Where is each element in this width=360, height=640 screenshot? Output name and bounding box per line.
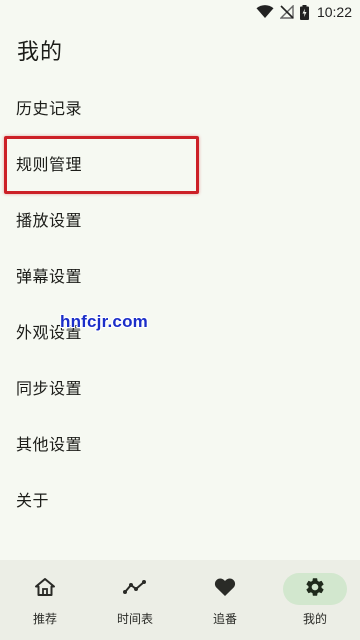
menu-item-danmaku-settings[interactable]: 弹幕设置 — [0, 249, 360, 305]
battery-charging-icon — [299, 4, 309, 20]
active-indicator — [283, 573, 347, 605]
status-bar: 10:22 — [0, 0, 360, 24]
highlight-box — [4, 136, 199, 194]
menu-item-about[interactable]: 关于 — [0, 473, 360, 529]
menu-item-sync-settings[interactable]: 同步设置 — [0, 361, 360, 417]
home-icon — [34, 577, 56, 601]
gear-icon — [304, 576, 326, 602]
nav-item-follow[interactable]: 追番 — [180, 573, 270, 627]
menu-item-other-settings[interactable]: 其他设置 — [0, 417, 360, 473]
nav-item-schedule[interactable]: 时间表 — [90, 573, 180, 627]
timeline-icon — [123, 579, 147, 599]
nav-label-recommend: 推荐 — [32, 612, 57, 626]
no-signal-icon — [279, 5, 294, 19]
menu-item-history[interactable]: 历史记录 — [0, 81, 360, 137]
nav-item-mine[interactable]: 我的 — [270, 573, 360, 627]
menu-item-playback-settings[interactable]: 播放设置 — [0, 193, 360, 249]
page-title: 我的 — [17, 40, 64, 65]
heart-icon — [214, 577, 236, 601]
status-time: 10:22 — [316, 4, 352, 20]
wifi-icon — [256, 5, 274, 19]
watermark-text: hnfcjr.com — [60, 312, 148, 331]
nav-label-follow: 追番 — [212, 612, 237, 626]
menu-item-appearance-settings[interactable]: 外观设置 — [0, 305, 360, 361]
bottom-nav: 推荐 时间表 追番 我的 — [0, 560, 360, 640]
nav-item-recommend[interactable]: 推荐 — [0, 573, 90, 627]
nav-label-schedule: 时间表 — [116, 612, 153, 626]
nav-label-mine: 我的 — [302, 612, 327, 626]
